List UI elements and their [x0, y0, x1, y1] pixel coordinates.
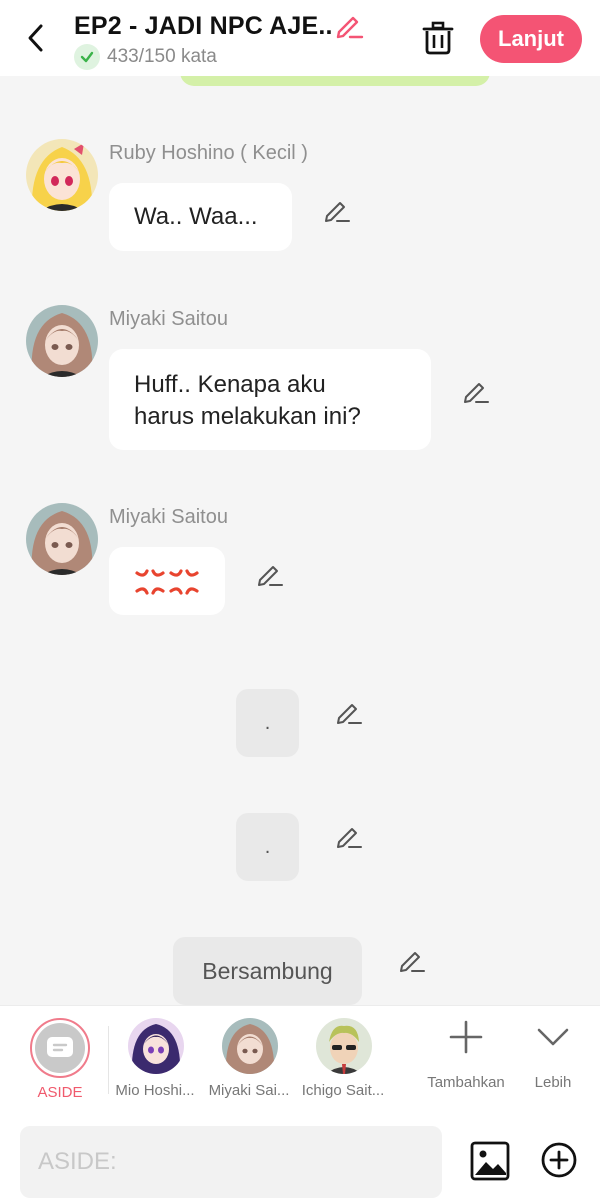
speaker-name: Miyaki Saitou — [109, 308, 228, 330]
story-title: EP2 - JADI NPC AJE.. — [74, 12, 333, 40]
edit-title-button[interactable] — [334, 10, 364, 40]
message-icon — [47, 1037, 73, 1057]
check-icon — [74, 44, 100, 70]
aside-label: ASIDE — [37, 1084, 83, 1101]
avatar-miyaki[interactable] — [26, 503, 98, 575]
speaker-name: Miyaki Saitou — [109, 506, 228, 528]
pencil-icon — [325, 202, 350, 222]
pencil-icon — [258, 566, 283, 586]
message-bubble[interactable]: Wa.. Waa... — [109, 183, 292, 251]
anger-emoji-icon — [135, 569, 199, 595]
add-character-button[interactable]: Tambahkan — [421, 1006, 511, 1116]
edit-message-button[interactable] — [256, 560, 284, 588]
pencil-icon — [464, 383, 489, 403]
pencil-icon — [337, 828, 362, 848]
trash-icon — [422, 21, 454, 55]
pencil-icon — [400, 952, 425, 972]
add-label: Tambahkan — [427, 1074, 505, 1091]
insert-image-button[interactable] — [470, 1141, 510, 1181]
pencil-icon — [337, 704, 362, 724]
image-icon — [470, 1141, 510, 1181]
chevron-left-icon — [28, 24, 43, 52]
character-miyaki[interactable]: Miyaki Sai... — [204, 1006, 294, 1116]
pencil-icon — [336, 16, 364, 39]
aside-avatar[interactable] — [30, 1018, 90, 1078]
edit-narration-button[interactable] — [335, 698, 363, 726]
message-line: Huff.. Kenapa aku — [134, 371, 326, 398]
add-content-button[interactable] — [540, 1141, 578, 1179]
more-label: Lebih — [534, 1074, 572, 1091]
chevron-down-icon — [537, 1028, 569, 1046]
character-label: Ichigo Sait... — [301, 1082, 385, 1099]
character-mio[interactable]: Mio Hoshi... — [110, 1006, 200, 1116]
avatar — [128, 1018, 184, 1074]
narration-bubble[interactable]: . — [236, 689, 299, 757]
edit-message-button[interactable] — [323, 196, 351, 224]
speaker-name: Ruby Hoshino ( Kecil ) — [109, 142, 308, 164]
composer — [0, 1115, 600, 1200]
message-bubble[interactable] — [109, 547, 225, 615]
narration-bubble[interactable]: Bersambung — [173, 937, 362, 1005]
divider — [108, 1026, 109, 1094]
message-bubble[interactable]: Huff.. Kenapa aku harus melakukan ini? — [109, 349, 431, 450]
plus-icon — [449, 1020, 483, 1054]
character-label: Miyaki Sai... — [208, 1082, 290, 1099]
character-label: Mio Hoshi... — [115, 1082, 195, 1099]
avatar-ruby[interactable] — [26, 139, 98, 211]
avatar-miyaki[interactable] — [26, 305, 98, 377]
edit-narration-button[interactable] — [335, 822, 363, 850]
delete-button[interactable] — [420, 18, 456, 58]
plus-circle-icon — [541, 1142, 577, 1178]
character-bar: ASIDE Mio Hoshi... Miyaki Sai... Ichigo … — [0, 1005, 600, 1115]
message-line: harus melakukan ini? — [134, 403, 361, 430]
word-count: 433/150 kata — [107, 46, 217, 67]
message-input[interactable] — [20, 1126, 442, 1198]
next-button[interactable]: Lanjut — [480, 15, 582, 63]
avatar — [222, 1018, 278, 1074]
edit-narration-button[interactable] — [398, 946, 426, 974]
avatar — [316, 1018, 372, 1074]
edit-message-button[interactable] — [462, 377, 490, 405]
narration-bubble[interactable]: . — [236, 813, 299, 881]
character-ichigo[interactable]: Ichigo Sait... — [298, 1006, 388, 1116]
more-button[interactable]: Lebih — [508, 1006, 598, 1116]
top-bar: EP2 - JADI NPC AJE.. 433/150 kata Lanjut — [0, 0, 600, 76]
back-button[interactable] — [20, 18, 52, 58]
